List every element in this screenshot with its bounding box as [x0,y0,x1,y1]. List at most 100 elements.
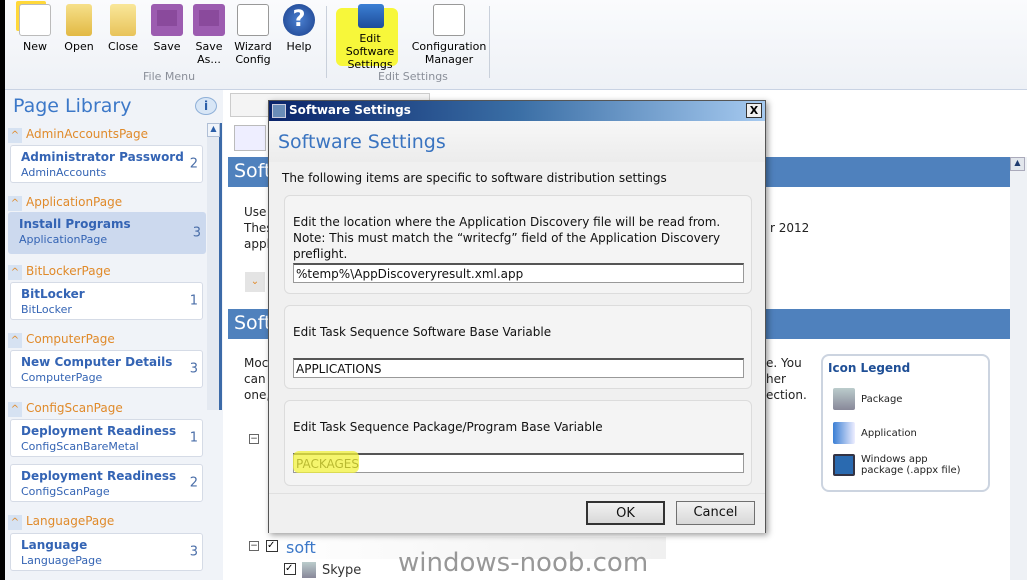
chevron-down-icon[interactable]: ⌄ [245,272,265,292]
field-label: Edit Task Sequence Package/Program Base … [293,420,603,434]
divider [326,6,327,78]
configuration-manager-button[interactable]: Configuration Manager [409,4,489,66]
page-item-title: Deployment Readiness [21,424,177,438]
package-base-variable-group: Edit Task Sequence Package/Program Base … [284,400,752,486]
page-item-title: Language [21,538,88,552]
app-icon [272,104,286,118]
sidebar-scrollbar[interactable]: ▲ [207,123,222,410]
ok-button[interactable]: OK [586,501,665,525]
legend-item: Package [833,388,902,410]
dialog-footer: OK Cancel [269,493,765,533]
edit-settings-group-label: Edit Settings [378,70,448,83]
page-item-count: 3 [189,361,198,377]
page-item-title: Install Programs [19,217,131,231]
open-folder-icon [66,4,92,36]
wizard-config-icon [237,4,269,36]
wizard-config-button[interactable]: Wizard Config [233,4,273,66]
dialog-description: The following items are specific to soft… [282,171,667,185]
save-as-button[interactable]: Save As... [191,4,227,66]
page-item[interactable]: Install Programs ApplicationPage 3 [8,212,206,254]
page-item-count: 3 [189,544,198,560]
divider [489,6,490,78]
page-item-count: 1 [189,430,198,446]
tree-item-label[interactable]: Skype [322,563,361,578]
page-item-title: BitLocker [21,287,85,301]
new-file-icon [19,4,51,36]
collapse-icon[interactable]: ^ [8,333,22,348]
dialog-title-bar[interactable]: Software Settings X [269,101,765,121]
page-item[interactable]: Deployment Readiness ConfigScanPage 2 [10,464,203,502]
collapse-icon[interactable]: ^ [8,515,22,530]
open-button[interactable]: Open [61,4,97,53]
group-header[interactable]: ^ BitLockerPage [8,264,206,281]
page-item-subtitle: ComputerPage [21,371,103,384]
cancel-button[interactable]: Cancel [676,501,755,525]
info-icon[interactable]: i [195,97,217,115]
tree-collapse-icon[interactable]: − [249,434,259,444]
save-icon [151,4,183,36]
legend-item: Windows app package (.appx file) [833,454,971,476]
configuration-manager-icon [433,4,465,36]
edit-software-settings-button[interactable]: Edit Software Settings [335,4,407,71]
group-header[interactable]: ^ ComputerPage [8,332,206,349]
section-text-right: r 2012 [770,221,810,235]
page-item-subtitle: ConfigScanBareMetal [21,440,139,453]
save-as-icon [193,4,225,36]
discovery-file-input[interactable] [293,263,744,283]
close-button[interactable]: Close [105,4,141,53]
close-button[interactable]: X [746,103,762,118]
page-item[interactable]: Deployment Readiness ConfigScanBareMetal 1 [10,419,203,457]
page-item[interactable]: Administrator Password AdminAccounts 2 [10,145,203,183]
software-settings-dialog: Software Settings X Software Settings The… [268,100,766,533]
group-header[interactable]: ^ AdminAccountsPage [8,127,206,144]
main-scrollbar[interactable]: ▲ [1010,157,1027,580]
file-menu-group-label: File Menu [143,70,196,83]
page-item-subtitle: ConfigScanPage [21,485,110,498]
page-item-title: Administrator Password [21,150,184,164]
scroll-up-icon[interactable]: ▲ [207,123,220,137]
scroll-up-icon[interactable]: ▲ [1010,157,1025,171]
page-item-subtitle: LanguagePage [21,554,102,567]
watermark: windows-noob.com [398,548,649,578]
page-item-subtitle: ApplicationPage [19,233,108,246]
group-header[interactable]: ^ ApplicationPage [8,195,206,212]
icon-legend: Icon Legend Package Application Windows … [821,354,990,492]
ribbon-toolbar: New Open Close Save Save As... Wizard Co… [5,0,1027,90]
software-base-variable-group: Edit Task Sequence Software Base Variabl… [284,305,752,389]
checkbox[interactable]: ✓ [266,540,278,552]
page-item-count: 2 [189,475,198,491]
close-folder-icon [110,4,136,36]
page-item-count: 1 [189,293,198,309]
collapse-icon[interactable]: ^ [8,402,22,417]
new-button[interactable]: New [17,4,53,53]
checkbox[interactable]: ✓ [284,563,296,575]
appx-package-icon [833,454,855,476]
legend-item: Application [833,422,917,444]
group-header[interactable]: ^ ConfigScanPage [8,401,206,418]
page-thumbnail [234,125,266,151]
page-item-title: Deployment Readiness [21,469,177,483]
page-item[interactable]: BitLocker BitLocker 1 [10,282,203,320]
group-header[interactable]: ^ LanguagePage [8,514,206,531]
page-item-count: 2 [189,156,198,172]
application-icon [833,422,855,444]
package-base-variable-input[interactable] [293,453,744,473]
discovery-file-group: Edit the location where the Application … [284,195,752,294]
software-base-variable-input[interactable] [293,358,744,378]
page-library-title: Page Library [13,95,132,117]
save-button[interactable]: Save [149,4,185,53]
package-icon [833,388,855,410]
page-item[interactable]: Language LanguagePage 3 [10,533,203,571]
tree-collapse-icon[interactable]: − [249,541,259,551]
field-label: Edit the location where the Application … [293,215,721,261]
collapse-icon[interactable]: ^ [8,128,22,143]
collapse-icon[interactable]: ^ [8,265,22,280]
page-item-count: 3 [192,225,201,241]
help-button[interactable]: ? Help [281,4,317,53]
help-icon: ? [283,4,315,36]
collapse-icon[interactable]: ^ [8,196,22,211]
dialog-heading: Software Settings [269,121,765,162]
field-label: Edit Task Sequence Software Base Variabl… [293,325,552,339]
page-item-subtitle: AdminAccounts [21,166,107,179]
page-item[interactable]: New Computer Details ComputerPage 3 [10,350,203,388]
